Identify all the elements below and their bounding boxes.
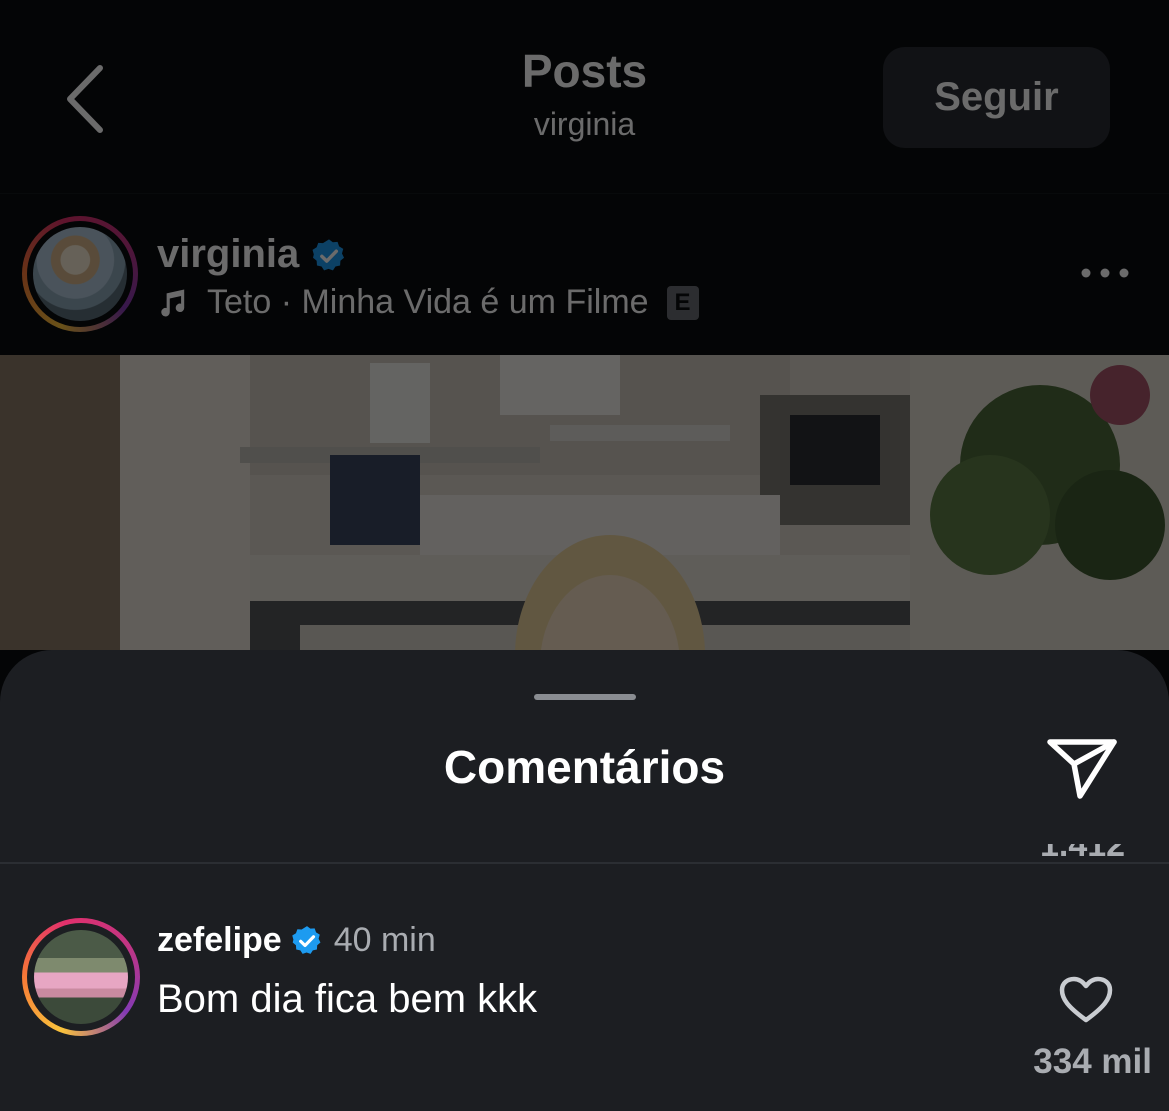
comment-like-count: 334 mil	[1033, 1042, 1152, 1081]
commenter-name: zefelipe	[157, 921, 282, 959]
follow-button[interactable]: Seguir	[883, 47, 1110, 148]
verified-badge-icon	[291, 925, 321, 954]
comment-text: Bom dia fica bem kkk	[157, 977, 538, 1021]
avatar-photo	[33, 227, 127, 321]
comment-timestamp: 40 min	[333, 921, 436, 959]
post-image[interactable]	[0, 355, 1169, 650]
post-photo	[0, 355, 1169, 650]
avatar-photo	[34, 930, 128, 1024]
explicit-badge: E	[666, 285, 699, 320]
comments-sheet: Comentários 1.412 zefelipe 40 min Bom di…	[0, 650, 1169, 1111]
sheet-drag-handle[interactable]	[534, 694, 636, 700]
post-author-username[interactable]: virginia	[157, 232, 348, 277]
commenter-avatar[interactable]	[22, 918, 140, 1036]
commenter-username[interactable]: zefelipe 40 min	[157, 921, 436, 960]
heart-icon	[1059, 976, 1113, 1023]
top-nav-bar: Posts virginia Seguir	[0, 0, 1169, 194]
ellipsis-icon	[1081, 268, 1129, 278]
post-author-name: virginia	[157, 232, 300, 276]
comment-like-button[interactable]	[1058, 975, 1114, 1025]
music-note-icon	[161, 289, 185, 316]
send-icon	[1047, 739, 1117, 799]
verified-badge-icon	[312, 239, 345, 271]
share-button[interactable]	[1044, 734, 1120, 804]
comments-title: Comentários	[443, 741, 726, 793]
sheet-divider	[0, 862, 1169, 864]
post-author-avatar[interactable]	[22, 216, 138, 332]
music-track-label: Teto · Minha Vida é um Filme	[207, 283, 649, 321]
scrolled-like-count: 1.412	[1040, 844, 1126, 864]
more-options-button[interactable]	[1078, 256, 1132, 290]
post-music-link[interactable]: Teto · Minha Vida é um Filme E	[157, 283, 699, 322]
